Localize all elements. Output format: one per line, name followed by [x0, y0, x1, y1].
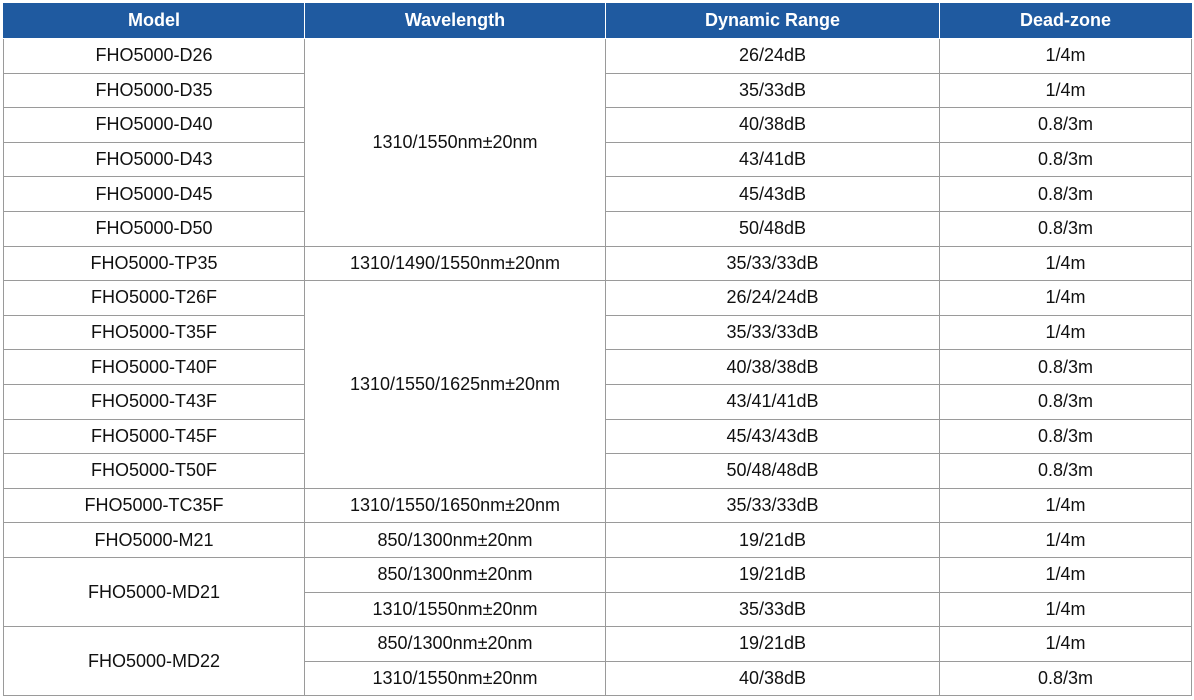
dynamic-range-cell: 40/38dB — [605, 107, 940, 143]
dead-zone-cell: 1/4m — [939, 556, 1192, 593]
header-dead-zone: Dead-zone — [939, 3, 1192, 39]
dead-zone-cell: 0.8/3m — [939, 418, 1192, 455]
dead-zone-cell: 1/4m — [939, 280, 1192, 316]
dynamic-range-cell: 35/33dB — [605, 591, 940, 628]
model-cell: FHO5000-T26F — [3, 280, 305, 316]
dead-zone-cell: 1/4m — [939, 245, 1192, 282]
model-cell: FHO5000-T43F — [3, 383, 305, 420]
table-row: FHO5000-MD21 850/1300nm±20nm 19/21dB 1/4… — [3, 556, 1192, 628]
spec-table: Model Wavelength Dynamic Range Dead-zone… — [3, 3, 1192, 697]
model-cell: FHO5000-MD21 — [3, 556, 305, 628]
table-row: FHO5000-M21 850/1300nm±20nm 19/21dB 1/4m — [3, 522, 1192, 558]
dead-zone-cell: 1/4m — [939, 626, 1192, 662]
dynamic-range-cell: 19/21dB — [605, 556, 940, 593]
model-cell: FHO5000-T40F — [3, 349, 305, 385]
dynamic-range-cell: 40/38/38dB — [605, 349, 940, 385]
table-row: FHO5000-TP35 1310/1490/1550nm±20nm 35/33… — [3, 245, 1192, 282]
dynamic-range-cell: 26/24/24dB — [605, 280, 940, 316]
dead-zone-cell: 0.8/3m — [939, 210, 1192, 247]
model-cell: FHO5000-T45F — [3, 418, 305, 455]
dynamic-range-cell: 35/33/33dB — [605, 487, 940, 524]
wavelength-cell: 850/1300nm±20nm — [304, 522, 606, 558]
model-cell: FHO5000-D35 — [3, 72, 305, 109]
dynamic-range-cell: 45/43dB — [605, 176, 940, 212]
spec-table-container: Model Wavelength Dynamic Range Dead-zone… — [3, 3, 1192, 697]
table-row: FHO5000-TC35F 1310/1550/1650nm±20nm 35/3… — [3, 487, 1192, 524]
dynamic-range-cell: 26/24dB — [605, 38, 940, 74]
dead-zone-cell: 0.8/3m — [939, 660, 1192, 697]
wavelength-cell: 1310/1550nm±20nm — [304, 38, 606, 247]
header-wavelength: Wavelength — [304, 3, 606, 39]
model-cell: FHO5000-MD22 — [3, 626, 305, 697]
model-cell: FHO5000-D26 — [3, 38, 305, 74]
dead-zone-cell: 0.8/3m — [939, 176, 1192, 212]
model-cell: FHO5000-D50 — [3, 210, 305, 247]
model-cell: FHO5000-M21 — [3, 522, 305, 558]
dead-zone-cell: 1/4m — [939, 522, 1192, 558]
header-row: Model Wavelength Dynamic Range Dead-zone — [3, 3, 1192, 39]
dynamic-range-cell: 43/41dB — [605, 141, 940, 178]
wavelength-cell: 1310/1550nm±20nm — [304, 591, 606, 628]
dynamic-range-cell: 19/21dB — [605, 522, 940, 558]
header-model: Model — [3, 3, 305, 39]
dynamic-range-cell: 35/33/33dB — [605, 245, 940, 282]
dead-zone-cell: 0.8/3m — [939, 349, 1192, 385]
model-cell: FHO5000-TP35 — [3, 245, 305, 282]
dead-zone-cell: 0.8/3m — [939, 453, 1192, 489]
model-cell: FHO5000-TC35F — [3, 487, 305, 524]
dead-zone-cell: 1/4m — [939, 314, 1192, 351]
dynamic-range-cell: 40/38dB — [605, 660, 940, 697]
dead-zone-cell: 1/4m — [939, 591, 1192, 628]
dead-zone-cell: 1/4m — [939, 72, 1192, 109]
wavelength-cell: 850/1300nm±20nm — [304, 556, 606, 593]
model-cell: FHO5000-D45 — [3, 176, 305, 212]
dead-zone-cell: 1/4m — [939, 487, 1192, 524]
dead-zone-cell: 0.8/3m — [939, 383, 1192, 420]
model-cell: FHO5000-D40 — [3, 107, 305, 143]
dynamic-range-cell: 35/33dB — [605, 72, 940, 109]
wavelength-cell: 1310/1490/1550nm±20nm — [304, 245, 606, 282]
model-cell: FHO5000-T35F — [3, 314, 305, 351]
dynamic-range-cell: 45/43/43dB — [605, 418, 940, 455]
wavelength-cell: 1310/1550/1650nm±20nm — [304, 487, 606, 524]
dead-zone-cell: 1/4m — [939, 38, 1192, 74]
dynamic-range-cell: 43/41/41dB — [605, 383, 940, 420]
table-row: FHO5000-D26 1310/1550nm±20nm 26/24dB 1/4… — [3, 38, 1192, 247]
dynamic-range-cell: 50/48/48dB — [605, 453, 940, 489]
wavelength-cell: 1310/1550nm±20nm — [304, 660, 606, 697]
model-cell: FHO5000-T50F — [3, 453, 305, 489]
table-row: FHO5000-T26F 1310/1550/1625nm±20nm 26/24… — [3, 280, 1192, 489]
dynamic-range-cell: 50/48dB — [605, 210, 940, 247]
header-dynamic-range: Dynamic Range — [605, 3, 940, 39]
dynamic-range-cell: 35/33/33dB — [605, 314, 940, 351]
model-cell: FHO5000-D43 — [3, 141, 305, 178]
dead-zone-cell: 0.8/3m — [939, 107, 1192, 143]
dynamic-range-cell: 19/21dB — [605, 626, 940, 662]
wavelength-cell: 1310/1550/1625nm±20nm — [304, 280, 606, 489]
wavelength-cell: 850/1300nm±20nm — [304, 626, 606, 662]
dead-zone-cell: 0.8/3m — [939, 141, 1192, 178]
table-row: FHO5000-MD22 850/1300nm±20nm 19/21dB 1/4… — [3, 626, 1192, 697]
